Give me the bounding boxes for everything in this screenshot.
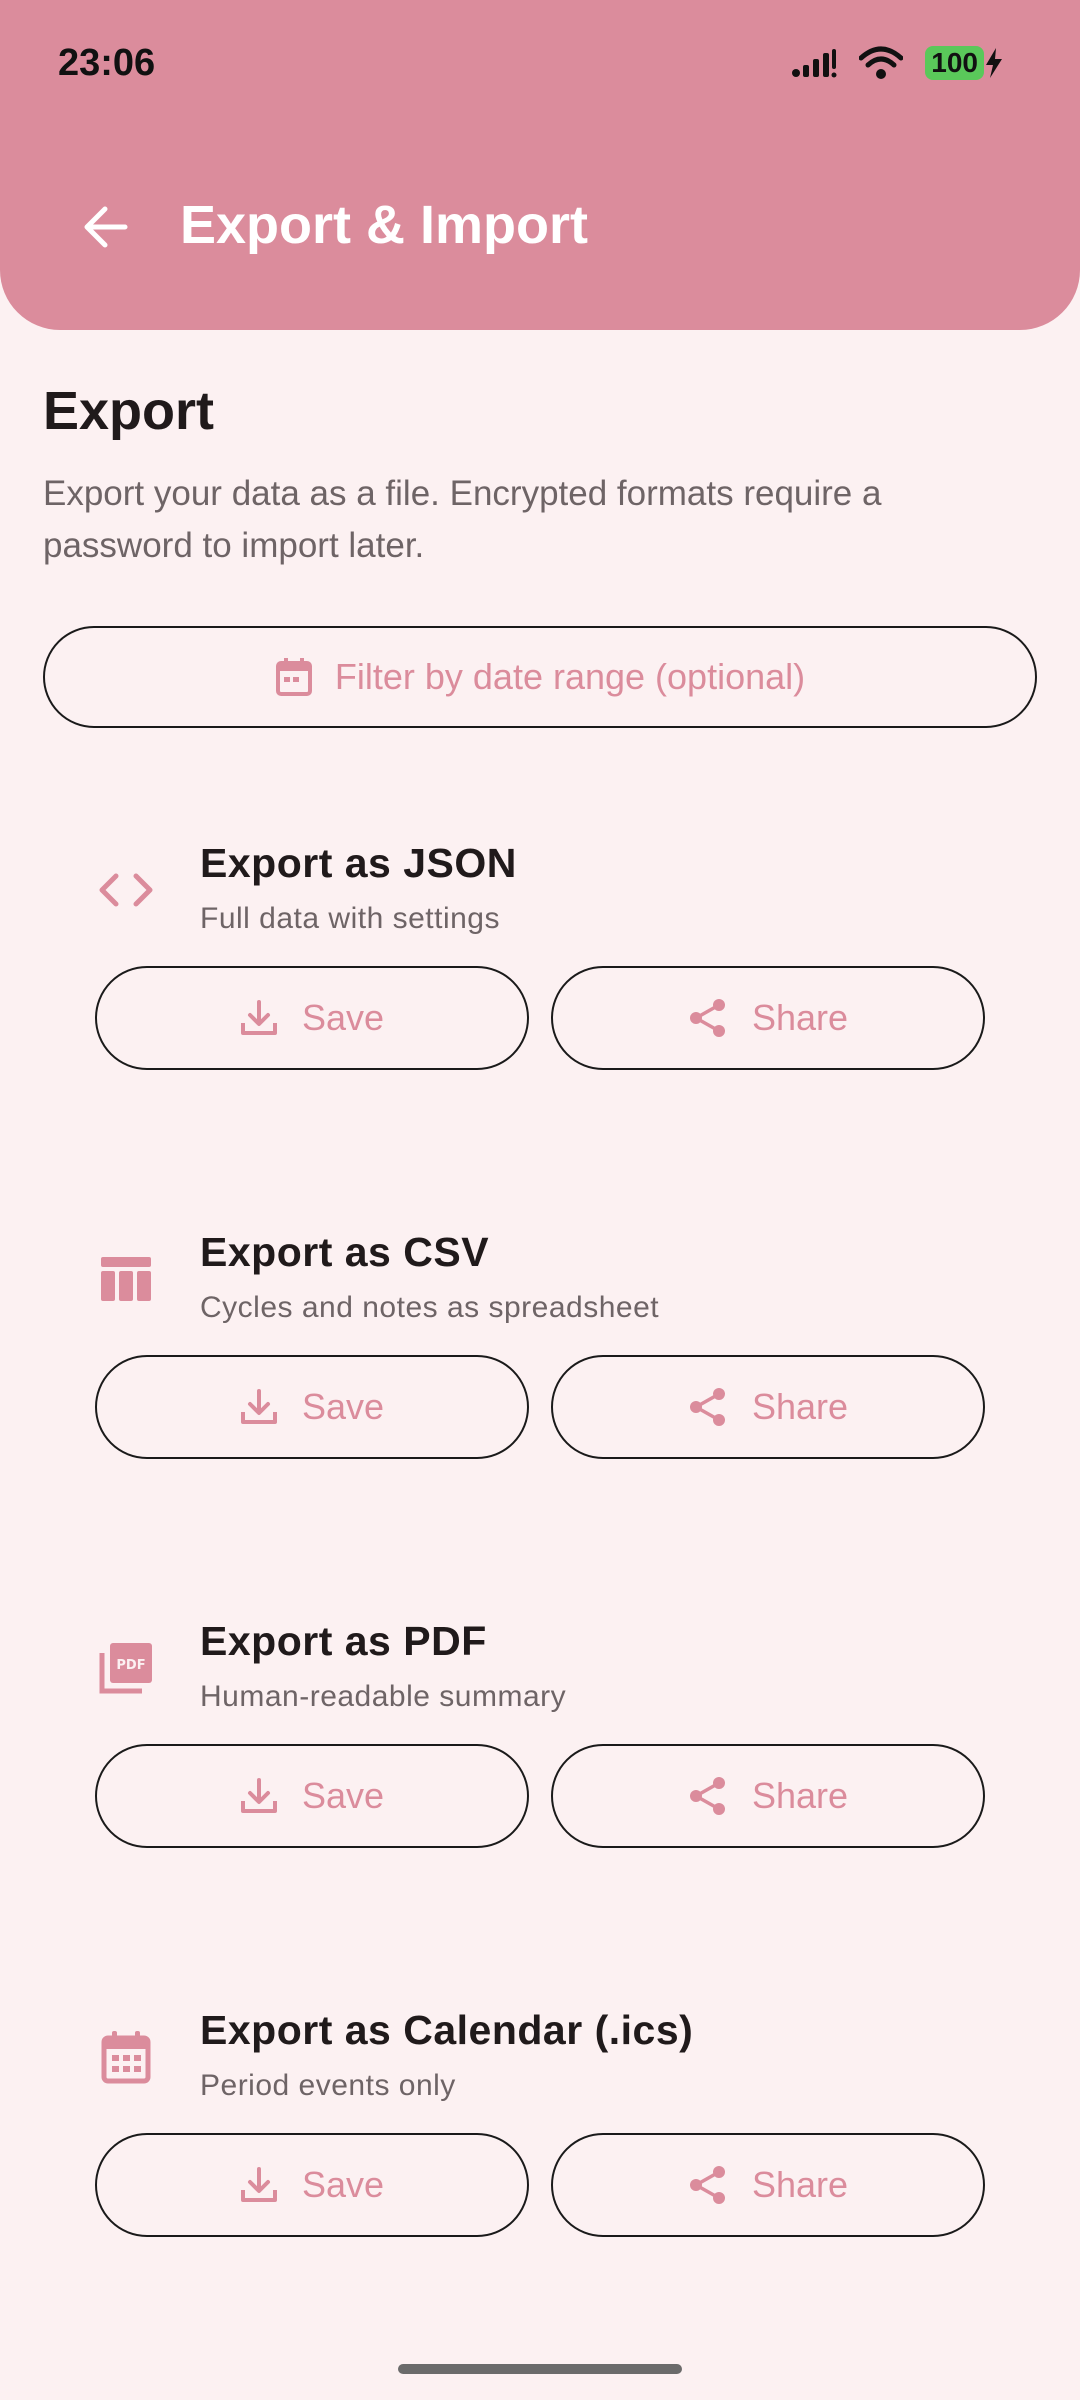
download-icon <box>240 2167 277 2202</box>
status-time: 23:06 <box>58 42 156 84</box>
top-app-bar-container: 23:06 100 Export & Import <box>0 0 1080 330</box>
save-button[interactable]: Save <box>95 966 529 1070</box>
export-item-calendar: Export as Calendar (.ics) Period events … <box>0 1997 1080 2317</box>
export-item-csv: Export as CSV Cycles and notes as spread… <box>0 1219 1080 1539</box>
save-button[interactable]: Save <box>95 1744 529 1848</box>
item-title: Export as Calendar (.ics) <box>200 2007 694 2053</box>
item-title: Export as JSON <box>200 840 517 886</box>
table-icon <box>96 1249 156 1309</box>
home-indicator[interactable] <box>398 2364 682 2374</box>
pdf-icon: PDF <box>96 1638 156 1698</box>
download-icon <box>240 1778 277 1813</box>
item-title: Export as CSV <box>200 1229 490 1275</box>
status-icons: 100 <box>791 46 1004 80</box>
signal-icon <box>792 49 837 78</box>
page-title: Export & Import <box>180 195 589 255</box>
svg-text:PDF: PDF <box>116 1658 145 1673</box>
item-subtitle: Cycles and notes as spreadsheet <box>200 1291 660 1324</box>
save-button[interactable]: Save <box>95 1355 529 1459</box>
calendar-icon <box>96 2027 156 2087</box>
share-button[interactable]: Share <box>551 1355 985 1459</box>
save-button[interactable]: Save <box>95 2133 529 2237</box>
save-label: Save <box>301 1775 385 1816</box>
filter-date-range-button[interactable]: Filter by date range (optional) <box>43 626 1037 728</box>
item-subtitle: Full data with settings <box>200 902 500 935</box>
download-icon <box>240 1389 277 1424</box>
section-description: Export your data as a file. Encrypted fo… <box>43 474 882 565</box>
calendar-icon <box>275 658 312 696</box>
export-item-pdf: PDF Export as PDF Human-readable summary… <box>0 1608 1080 1928</box>
code-icon <box>96 860 156 920</box>
share-button[interactable]: Share <box>551 2133 985 2237</box>
charging-icon <box>986 48 1002 78</box>
share-icon <box>689 2166 725 2204</box>
arrow-back-icon <box>84 206 128 248</box>
share-icon <box>689 999 725 1037</box>
download-icon <box>240 1000 277 1035</box>
item-subtitle: Human-readable summary <box>200 1680 567 1713</box>
back-button[interactable] <box>70 192 140 262</box>
battery-level: 100 <box>925 46 984 80</box>
item-title: Export as PDF <box>200 1618 487 1664</box>
share-icon <box>689 1777 725 1815</box>
save-label: Save <box>301 2164 385 2205</box>
share-button[interactable]: Share <box>551 1744 985 1848</box>
share-label: Share <box>751 1775 849 1816</box>
share-icon <box>689 1388 725 1426</box>
share-label: Share <box>751 997 849 1038</box>
share-label: Share <box>751 1386 849 1427</box>
share-label: Share <box>751 2164 849 2205</box>
battery-indicator: 100 <box>925 46 1004 80</box>
share-button[interactable]: Share <box>551 966 985 1070</box>
export-item-json: Export as JSON Full data with settings S… <box>0 830 1080 1150</box>
save-label: Save <box>301 997 385 1038</box>
save-label: Save <box>301 1386 385 1427</box>
wifi-icon <box>859 46 904 79</box>
item-subtitle: Period events only <box>200 2069 456 2102</box>
status-bar: 23:06 100 <box>0 0 1080 130</box>
section-title: Export <box>43 381 215 441</box>
app-bar: Export & Import <box>0 170 1080 280</box>
filter-label: Filter by date range (optional) <box>334 656 806 697</box>
